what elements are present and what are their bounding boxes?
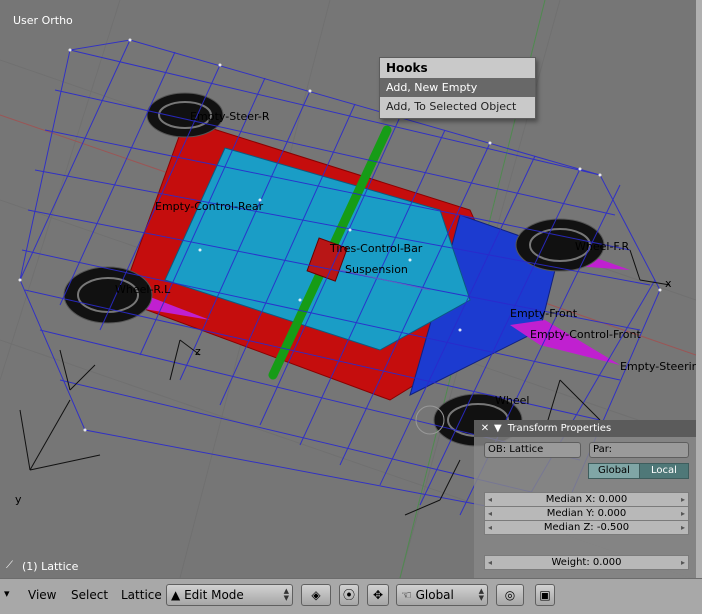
median-x-field[interactable]: ◂ Median X: 0.000 ▸ — [484, 492, 689, 507]
proportional-icon: ◎ — [504, 588, 516, 602]
transform-properties-panel: ✕ ▼ Transform Properties OB: Lattice Par: … — [474, 420, 696, 578]
median-z-field[interactable]: ◂ Median Z: -0.500 ▸ — [484, 520, 689, 535]
axis-z-label: z — [195, 345, 201, 358]
draw-type-button[interactable]: ◈ — [301, 584, 331, 606]
render-icon: ▣ — [539, 588, 551, 602]
window-type-icon[interactable]: ▾ — [4, 587, 10, 600]
3d-viewport[interactable]: User Ortho (1) Lattice ⟋ Empty-Steer-R E… — [0, 0, 696, 578]
mode-label: Edit Mode — [184, 588, 244, 602]
ob-name-field[interactable]: OB: Lattice — [484, 442, 581, 458]
proportional-edit-button[interactable]: ◎ — [496, 584, 524, 606]
collapse-icon[interactable]: ▼ — [494, 423, 502, 434]
axis-x-label: x — [665, 277, 672, 290]
header-bar: ▾ View Select Lattice ▲ Edit Mode ▲ ▼ ◈ ⦿… — [0, 578, 702, 614]
cube-icon: ◈ — [311, 588, 321, 602]
axis-y-label: y — [15, 493, 22, 506]
label-steer-r: Empty-Steer-R — [190, 110, 270, 123]
hooks-add-new-empty[interactable]: Add, New Empty — [380, 78, 535, 97]
local-toggle[interactable]: Local — [639, 463, 689, 479]
weight-value: Weight: 0.000 — [551, 557, 622, 568]
label-wheel-rl: Wheel-R.L — [115, 283, 171, 296]
label-empty-control-front: Empty-Control-Front — [530, 328, 641, 341]
label-wheel: Wheel — [495, 394, 530, 407]
updown-icon: ▲ ▼ — [283, 587, 289, 602]
median-x-value: Median X: 0.000 — [545, 494, 628, 505]
hooks-menu-title: Hooks — [386, 61, 428, 75]
axis-gizmo-icon: ⟋ — [6, 560, 13, 571]
weight-field[interactable]: ◂ Weight: 0.000 ▸ — [484, 555, 689, 570]
menu-view[interactable]: View — [28, 588, 56, 602]
manipulator-icon: ✥ — [372, 588, 384, 602]
mode-select[interactable]: ▲ Edit Mode ▲ ▼ — [166, 584, 293, 606]
label-empty-front: Empty-Front — [510, 307, 578, 320]
label-empty-control-rear: Empty-Control-Rear — [155, 200, 264, 213]
global-toggle[interactable]: Global — [588, 463, 640, 479]
pivot-button[interactable]: ⦿ — [339, 584, 359, 606]
median-z-value: Median Z: -0.500 — [543, 522, 630, 533]
median-y-value: Median Y: 0.000 — [546, 508, 627, 519]
manipulator-button[interactable]: ✥ — [367, 584, 389, 606]
parent-field[interactable]: Par: — [589, 442, 689, 458]
label-suspension: Suspension — [345, 263, 408, 276]
menu-lattice[interactable]: Lattice — [121, 588, 162, 602]
label-empty-steering: Empty-Steering — [620, 360, 696, 373]
hooks-menu: Hooks Add, New Empty Add, To Selected Ob… — [379, 57, 536, 119]
orientation-label: Global — [415, 588, 454, 602]
close-icon[interactable]: ✕ — [480, 420, 490, 437]
orientation-select[interactable]: ☜ Global ▲ ▼ — [396, 584, 488, 606]
active-object-status: (1) Lattice — [22, 560, 79, 573]
median-y-field[interactable]: ◂ Median Y: 0.000 ▸ — [484, 506, 689, 521]
orientation-updown-icon: ▲ ▼ — [478, 587, 484, 602]
render-button[interactable]: ▣ — [535, 584, 555, 606]
label-tires-control-bar: Tires-Control-Bar — [330, 242, 423, 255]
transform-panel-header[interactable]: ✕ ▼ Transform Properties — [474, 420, 696, 437]
hand-icon: ☜ — [401, 588, 412, 602]
hooks-add-to-selected-object[interactable]: Add, To Selected Object — [380, 97, 535, 116]
magenta-rod-front — [510, 320, 620, 365]
right-edge-strip — [696, 0, 702, 578]
menu-select[interactable]: Select — [71, 588, 108, 602]
mode-icon: ▲ — [171, 588, 181, 602]
view-title: User Ortho — [13, 14, 73, 27]
pivot-icon: ⦿ — [342, 588, 355, 602]
transform-panel-title: Transform Properties — [507, 423, 612, 434]
label-wheel-fr: Wheel-F.R — [575, 240, 630, 253]
